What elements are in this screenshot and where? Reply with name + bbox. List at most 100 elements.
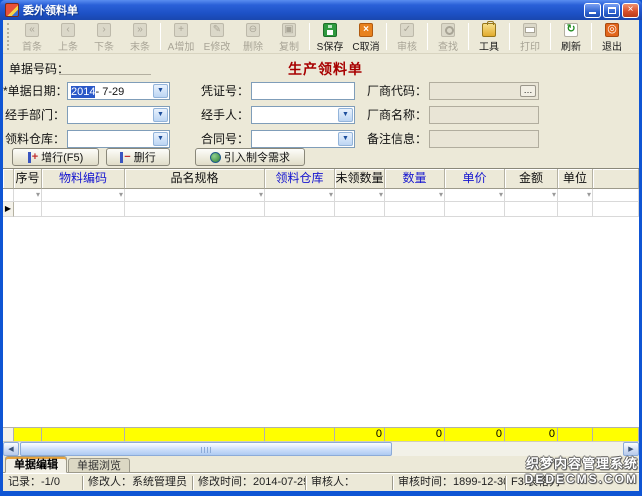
vendor-name-field bbox=[429, 106, 539, 124]
cell-qty[interactable] bbox=[385, 202, 445, 217]
form-title: 生产领料单 bbox=[288, 59, 363, 79]
filter-dropdown-icon[interactable]: ▾ bbox=[439, 189, 443, 201]
filter-cell[interactable]: ▾ bbox=[265, 189, 335, 202]
toolbar-button-save[interactable]: S保存 bbox=[312, 20, 348, 53]
toolbar-button-last: » 末条 bbox=[122, 20, 158, 53]
filter-dropdown-icon[interactable]: ▾ bbox=[552, 189, 556, 201]
toolbar-separator bbox=[550, 23, 551, 50]
app-icon bbox=[5, 3, 19, 17]
filter-dropdown-icon[interactable]: ▾ bbox=[499, 189, 503, 201]
maximize-button[interactable] bbox=[603, 3, 620, 18]
dept-label: 经手部门： bbox=[3, 107, 65, 123]
edit-record-icon: ✎ bbox=[210, 23, 224, 37]
contract-dropdown-icon[interactable]: ▼ bbox=[338, 132, 353, 146]
toolbar-button-edit: ✎ E修改 bbox=[199, 20, 235, 53]
filter-dropdown-icon[interactable]: ▾ bbox=[259, 189, 263, 201]
cell-unit-price[interactable] bbox=[445, 202, 505, 217]
toolbar-button-add: + A增加 bbox=[163, 20, 199, 53]
toolbar-button-copy: ▣ 复制 bbox=[271, 20, 307, 53]
toolbar-separator bbox=[591, 23, 592, 50]
filter-dropdown-icon[interactable]: ▾ bbox=[36, 189, 40, 201]
scroll-left-icon[interactable]: ◀ bbox=[3, 442, 19, 456]
print-icon bbox=[523, 23, 537, 37]
filter-cell[interactable]: ▾ bbox=[125, 189, 265, 202]
filter-dropdown-icon[interactable]: ▾ bbox=[587, 189, 591, 201]
cell-seq[interactable] bbox=[14, 202, 42, 217]
detail-grid: 序号 物料编码 品名规格 领料仓库 未领数量 数量 单价 金额 单位 ▾ ▾ ▾… bbox=[3, 168, 639, 456]
column-header-unit[interactable]: 单位 bbox=[558, 169, 593, 189]
toolbar-separator bbox=[309, 23, 310, 50]
voucher-input[interactable] bbox=[251, 82, 355, 100]
filter-dropdown-icon[interactable]: ▾ bbox=[379, 189, 383, 201]
dept-dropdown-icon[interactable]: ▼ bbox=[153, 108, 168, 122]
column-header-seq[interactable]: 序号 bbox=[14, 169, 42, 189]
toolbar-button-exit[interactable]: ◎ 退出 bbox=[594, 20, 630, 53]
toolbar-button-refresh[interactable]: ↻ 刷新 bbox=[553, 20, 589, 53]
delete-row-button[interactable]: − 删行 bbox=[106, 148, 170, 166]
toolbar-button-cancel[interactable]: × C取消 bbox=[348, 20, 384, 53]
dept-combobox[interactable]: ▼ bbox=[67, 106, 170, 124]
scroll-right-icon[interactable]: ▶ bbox=[623, 442, 639, 456]
horizontal-scrollbar[interactable]: ◀ ▶ bbox=[3, 441, 639, 456]
totals-amount: 0 bbox=[505, 427, 558, 441]
cell-material-code[interactable] bbox=[42, 202, 125, 217]
toolbar-button-delete: ⊖ 删除 bbox=[235, 20, 271, 53]
filter-cell[interactable]: ▾ bbox=[385, 189, 445, 202]
filter-cell[interactable]: ▾ bbox=[505, 189, 558, 202]
handler-dropdown-icon[interactable]: ▼ bbox=[338, 108, 353, 122]
column-header-unreceived-qty[interactable]: 未领数量 bbox=[335, 169, 385, 189]
filter-cell[interactable]: ▾ bbox=[445, 189, 505, 202]
grid-filter-row: ▾ ▾ ▾ ▾ ▾ ▾ ▾ ▾ ▾ bbox=[3, 189, 639, 202]
warehouse-combobox[interactable]: ▼ bbox=[67, 130, 170, 148]
add-record-icon: + bbox=[174, 23, 188, 37]
status-audit-time: 审核时间：1899-12-30 bbox=[393, 476, 506, 490]
date-dropdown-icon[interactable]: ▼ bbox=[153, 84, 168, 98]
add-row-button[interactable]: + 增行(F5) bbox=[12, 148, 99, 166]
cell-warehouse[interactable] bbox=[265, 202, 335, 217]
cell-amount[interactable] bbox=[505, 202, 558, 217]
warehouse-dropdown-icon[interactable]: ▼ bbox=[153, 132, 168, 146]
toolbar-separator bbox=[509, 23, 510, 50]
doc-no-field[interactable] bbox=[59, 60, 151, 75]
scrollbar-track[interactable] bbox=[392, 442, 623, 456]
filter-cell[interactable]: ▾ bbox=[14, 189, 42, 202]
scrollbar-thumb[interactable] bbox=[20, 442, 392, 456]
filter-cell[interactable]: ▾ bbox=[558, 189, 593, 202]
import-demand-button[interactable]: 引入制令需求 bbox=[195, 148, 305, 166]
column-header-filler bbox=[593, 169, 639, 189]
toolbar-grip bbox=[7, 23, 12, 50]
cell-unit[interactable] bbox=[558, 202, 593, 217]
minimize-button[interactable] bbox=[584, 3, 601, 18]
cancel-icon: × bbox=[359, 23, 373, 37]
delete-record-icon: ⊖ bbox=[246, 23, 260, 37]
contract-combobox[interactable]: ▼ bbox=[251, 130, 355, 148]
add-row-icon: + bbox=[28, 152, 38, 163]
cell-filler bbox=[593, 202, 639, 217]
column-header-warehouse[interactable]: 领料仓库 bbox=[265, 169, 335, 189]
column-header-spec[interactable]: 品名规格 bbox=[125, 169, 265, 189]
filter-dropdown-icon[interactable]: ▾ bbox=[119, 189, 123, 201]
next-record-icon: › bbox=[97, 23, 111, 37]
toolbar-button-tools[interactable]: 工具 bbox=[471, 20, 507, 53]
date-combobox[interactable]: 2014- 7-29 ▼ bbox=[67, 82, 170, 100]
tab-document-edit[interactable]: 单据编辑 bbox=[5, 456, 67, 473]
cell-spec[interactable] bbox=[125, 202, 265, 217]
column-header-qty[interactable]: 数量 bbox=[385, 169, 445, 189]
totals-selector-cell bbox=[3, 427, 14, 441]
column-header-amount[interactable]: 金额 bbox=[505, 169, 558, 189]
vendor-lookup-button[interactable]: … bbox=[520, 85, 536, 97]
close-button[interactable]: × bbox=[622, 3, 639, 18]
totals-material-code bbox=[42, 427, 125, 441]
column-header-unit-price[interactable]: 单价 bbox=[445, 169, 505, 189]
column-header-material-code[interactable]: 物料编码 bbox=[42, 169, 125, 189]
document-header-form: 单据号码： 生产领料单 *单据日期： 2014- 7-29 ▼ 凭证号： 厂商代… bbox=[3, 54, 639, 148]
filter-cell[interactable]: ▾ bbox=[335, 189, 385, 202]
filter-cell[interactable]: ▾ bbox=[42, 189, 125, 202]
totals-spec bbox=[125, 427, 265, 441]
status-hint: F3:表格列 bbox=[506, 476, 639, 490]
bottom-tabs: 单据编辑 单据浏览 bbox=[3, 456, 639, 473]
filter-dropdown-icon[interactable]: ▾ bbox=[329, 189, 333, 201]
tab-document-browse[interactable]: 单据浏览 bbox=[68, 458, 130, 472]
handler-combobox[interactable]: ▼ bbox=[251, 106, 355, 124]
cell-unreceived-qty[interactable] bbox=[335, 202, 385, 217]
